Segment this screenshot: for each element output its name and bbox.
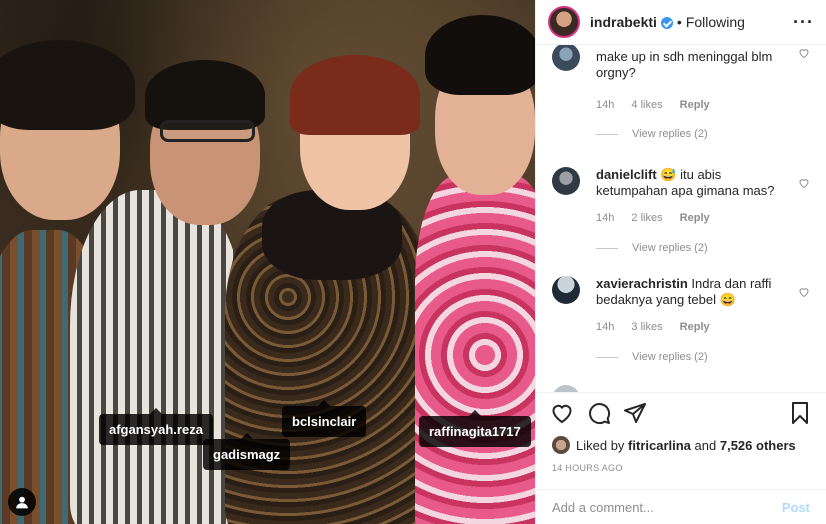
commenter-avatar[interactable] bbox=[552, 385, 580, 392]
photo-tag-raffinagita1717[interactable]: raffinagita1717 bbox=[419, 410, 531, 447]
view-replies[interactable]: View replies (2) bbox=[596, 351, 708, 363]
comment-item: danielclift 😅 itu abis ketumpahan apa gi… bbox=[552, 167, 810, 267]
comment-input[interactable]: Add a comment... bbox=[552, 500, 782, 515]
comment-bubble-icon[interactable] bbox=[587, 401, 611, 425]
user-tag-icon[interactable] bbox=[8, 488, 36, 516]
likes-count[interactable]: 7,526 others bbox=[720, 438, 796, 453]
comment-body: danielclift 😅 itu abis ketumpahan apa gi… bbox=[596, 167, 784, 199]
person-2-glasses bbox=[160, 120, 255, 142]
comment-item: xavierachristin Indra dan raffi bedaknya… bbox=[552, 276, 810, 376]
comment-meta: 14h 4 likes Reply bbox=[596, 99, 724, 111]
comment-likes[interactable]: 4 likes bbox=[631, 99, 662, 111]
liked-by-user[interactable]: fitricarlina bbox=[628, 438, 691, 453]
photo-tag-afgansyah-reza[interactable]: afgansyah.reza bbox=[99, 408, 213, 445]
view-replies-label[interactable]: View replies (2) bbox=[632, 242, 708, 254]
person-4 bbox=[415, 175, 535, 524]
commenter-avatar[interactable] bbox=[552, 45, 580, 71]
commenter-avatar[interactable] bbox=[552, 167, 580, 195]
person-icon bbox=[16, 496, 28, 509]
comment-time: 14h bbox=[596, 99, 615, 111]
save-bookmark-icon[interactable] bbox=[788, 401, 812, 425]
comment-username[interactable]: xavierachristin bbox=[596, 276, 688, 291]
comment-meta: 14h 3 likes Reply bbox=[596, 321, 724, 333]
replies-divider bbox=[596, 356, 618, 358]
comment-username[interactable]: danielclift bbox=[596, 167, 657, 182]
reply-button[interactable]: Reply bbox=[680, 321, 710, 333]
like-heart-icon[interactable] bbox=[798, 47, 810, 59]
like-heart-icon[interactable] bbox=[550, 401, 574, 425]
like-heart-icon[interactable] bbox=[798, 286, 810, 298]
liker-avatar[interactable] bbox=[552, 436, 570, 454]
add-comment-bar: Add a comment... Post bbox=[536, 489, 826, 524]
following-button[interactable]: Following bbox=[686, 14, 745, 30]
like-heart-icon[interactable] bbox=[798, 177, 810, 189]
separator-dot: • bbox=[676, 14, 682, 30]
reply-button[interactable]: Reply bbox=[680, 212, 710, 224]
replies-divider bbox=[596, 133, 618, 135]
view-replies-label[interactable]: View replies (2) bbox=[632, 128, 708, 140]
comment-likes[interactable]: 2 likes bbox=[631, 212, 662, 224]
liked-by-prefix: Liked by bbox=[576, 437, 625, 453]
post-header: indrabekti • Following ··· bbox=[536, 0, 826, 45]
reply-button[interactable]: Reply bbox=[680, 99, 710, 111]
post-actions: Liked by fitricarlina and 7,526 others 1… bbox=[536, 392, 826, 524]
comment-time: 14h bbox=[596, 212, 615, 224]
author-avatar[interactable] bbox=[548, 6, 580, 38]
photo-tag-bclsinclair[interactable]: bclsinclair bbox=[282, 400, 367, 437]
liked-by-and: and bbox=[694, 437, 717, 453]
person-3-hair bbox=[290, 55, 420, 135]
comment-time: 14h bbox=[596, 321, 615, 333]
more-options-icon[interactable]: ··· bbox=[793, 12, 814, 33]
post-sidebar: indrabekti • Following ··· make up in sd… bbox=[535, 0, 826, 524]
view-replies[interactable]: View replies (2) bbox=[596, 128, 708, 140]
person-4-hair bbox=[425, 15, 535, 95]
replies-divider bbox=[596, 247, 618, 249]
commenter-avatar[interactable] bbox=[552, 276, 580, 304]
comment-body: xavierachristin Indra dan raffi bedaknya… bbox=[596, 276, 784, 308]
verified-badge-icon bbox=[660, 17, 673, 29]
comment-meta: 14h 2 likes Reply bbox=[596, 212, 724, 224]
comment-likes[interactable]: 3 likes bbox=[631, 321, 662, 333]
liked-by: Liked by fitricarlina and 7,526 others bbox=[552, 436, 796, 454]
photo-tag-gadismagz[interactable]: gadismagz bbox=[203, 433, 291, 470]
share-send-icon[interactable] bbox=[623, 401, 647, 425]
post-button[interactable]: Post bbox=[782, 500, 810, 515]
comment-text: make up in sdh meninggal blm orgny? bbox=[596, 49, 773, 80]
person-1-hair bbox=[0, 40, 135, 130]
comments-list[interactable]: make up in sdh meninggal blm orgny? 14h … bbox=[536, 45, 826, 392]
person-2 bbox=[70, 190, 245, 524]
post-timestamp[interactable]: 14 HOURS AGO bbox=[552, 463, 623, 473]
post-photo[interactable]: afgansyah.reza gadismagz bclsinclair raf… bbox=[0, 0, 535, 524]
action-icons bbox=[550, 401, 812, 429]
view-replies[interactable]: View replies (2) bbox=[596, 242, 708, 254]
author-username[interactable]: indrabekti bbox=[590, 14, 657, 30]
comment-item: make up in sdh meninggal blm orgny? 14h … bbox=[552, 45, 810, 149]
view-replies-label[interactable]: View replies (2) bbox=[632, 351, 708, 363]
